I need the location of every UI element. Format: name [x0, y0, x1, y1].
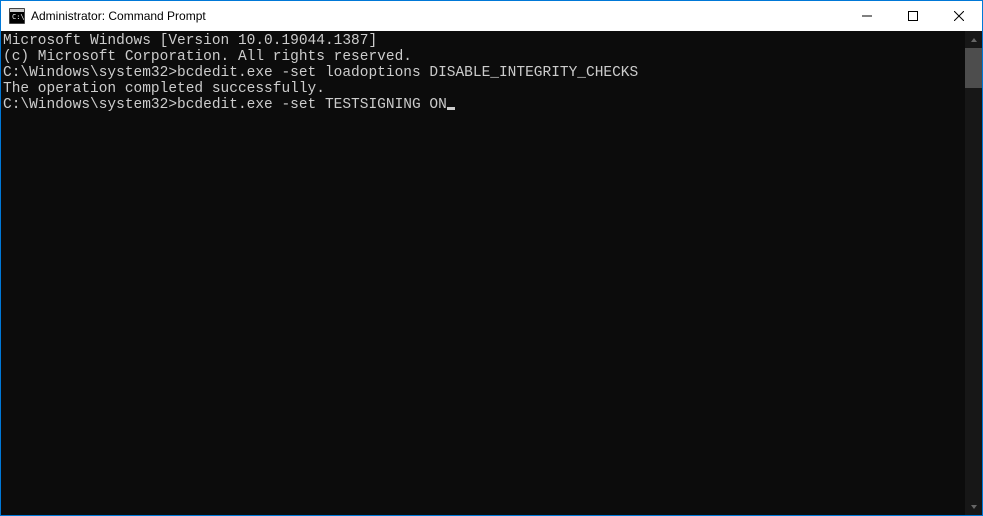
terminal-output[interactable]: Microsoft Windows [Version 10.0.19044.13… [1, 31, 965, 515]
cmd-icon: C:\ [9, 8, 25, 24]
terminal-line: C:\Windows\system32>bcdedit.exe -set loa… [3, 65, 965, 81]
terminal-line: C:\Windows\system32>bcdedit.exe -set TES… [3, 97, 965, 113]
svg-text:C:\: C:\ [12, 13, 25, 21]
titlebar[interactable]: C:\ Administrator: Command Prompt [1, 1, 982, 31]
scroll-thumb[interactable] [965, 48, 982, 88]
scroll-down-button[interactable] [965, 498, 982, 515]
close-button[interactable] [936, 1, 982, 31]
terminal-line: Microsoft Windows [Version 10.0.19044.13… [3, 33, 965, 49]
scroll-up-button[interactable] [965, 31, 982, 48]
client-area: Microsoft Windows [Version 10.0.19044.13… [1, 31, 982, 515]
cursor-icon [447, 107, 455, 110]
window-title: Administrator: Command Prompt [31, 9, 844, 23]
command: bcdedit.exe -set TESTSIGNING ON [177, 97, 447, 113]
minimize-button[interactable] [844, 1, 890, 31]
scroll-track[interactable] [965, 48, 982, 498]
terminal-line: (c) Microsoft Corporation. All rights re… [3, 49, 965, 65]
command: bcdedit.exe -set loadoptions DISABLE_INT… [177, 65, 638, 81]
maximize-button[interactable] [890, 1, 936, 31]
window: C:\ Administrator: Command Prompt Micros… [1, 1, 982, 515]
prompt: C:\Windows\system32> [3, 65, 177, 81]
prompt: C:\Windows\system32> [3, 97, 177, 113]
scrollbar[interactable] [965, 31, 982, 515]
terminal-line: The operation completed successfully. [3, 81, 965, 97]
window-controls [844, 1, 982, 31]
